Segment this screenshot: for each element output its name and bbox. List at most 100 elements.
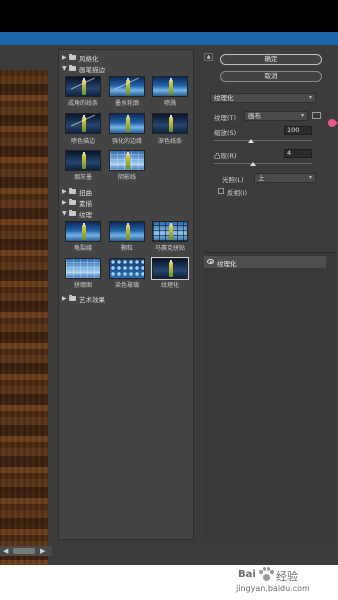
paw-logo-icon (258, 567, 274, 583)
category-sketch[interactable]: ▶ 素描 (59, 198, 193, 208)
invert-label: 反相(I) (227, 189, 247, 197)
relief-input[interactable]: 4 (284, 149, 312, 158)
thumb-label: 马赛克拼贴 (154, 245, 185, 252)
scroll-right-icon[interactable]: ▶ (40, 547, 45, 555)
folder-icon (69, 188, 76, 194)
folder-icon (69, 199, 76, 205)
category-artistic[interactable]: ▶ 艺术效果 (59, 294, 193, 304)
bottle-shape (82, 223, 86, 240)
chevron-down-icon: ▾ (308, 94, 312, 101)
thumb-dark-strokes[interactable] (152, 113, 188, 134)
bottle-shape (126, 152, 130, 169)
effect-layer-row[interactable]: 纹理化 (204, 256, 326, 268)
preview-image (0, 70, 48, 586)
expand-arrow-icon: ▶ (62, 199, 67, 206)
thumb-spatter[interactable] (152, 76, 188, 97)
collapse-arrow-icon: ▼ (62, 65, 67, 72)
relief-label: 凸现(R) (214, 152, 237, 160)
category-stylize[interactable]: ▶ 风格化 (59, 53, 193, 63)
thumb-sumi-e[interactable] (65, 150, 101, 171)
filter-select[interactable]: 纹理化 ▾ (210, 93, 316, 103)
thumb-label: 成角的线条 (67, 100, 98, 107)
collapse-gallery-icon[interactable]: ▲ (204, 53, 213, 61)
thumb-ink-outlines[interactable] (109, 76, 145, 97)
category-label: 画笔描边 (79, 65, 105, 74)
thumb-label: 颗粒 (120, 245, 133, 252)
bottle-shape (126, 115, 130, 132)
scale-slider[interactable] (214, 140, 312, 141)
category-brush-strokes[interactable]: ▼ 画笔描边 (59, 64, 193, 74)
scroll-thumb[interactable] (13, 548, 35, 554)
folder-icon (69, 295, 76, 301)
ok-button[interactable]: 确定 (220, 54, 322, 65)
invert-checkbox[interactable] (218, 188, 224, 194)
bottle-shape (169, 260, 173, 277)
texture-select[interactable]: 画布 ▾ (244, 111, 308, 121)
eye-icon[interactable] (207, 259, 214, 264)
effect-layer-name: 纹理化 (217, 260, 237, 268)
thumb-label: 深色线条 (157, 138, 182, 145)
thumb-angled-strokes[interactable] (65, 76, 101, 97)
scale-slider-knob[interactable] (248, 139, 254, 143)
scroll-left-icon[interactable]: ◀ (3, 547, 8, 555)
category-label: 扭曲 (79, 188, 92, 197)
effect-layers-panel: 纹理化 (204, 252, 336, 542)
thumb-label: 阴影线 (117, 174, 136, 181)
thumb-craquelure[interactable] (65, 221, 101, 242)
scale-input[interactable]: 100 (284, 126, 312, 135)
preview-scrollbar[interactable]: ◀ ▶ (0, 546, 52, 556)
expand-arrow-icon: ▶ (62, 295, 67, 302)
bottom-white-area: Bai 经验 jingyan.baidu.com (0, 565, 338, 600)
thumb-label: 墨水轮廓 (114, 100, 139, 107)
scale-label: 缩放(S) (214, 129, 237, 137)
bottle-shape (169, 115, 173, 132)
chevron-down-icon: ▾ (300, 112, 304, 119)
expand-arrow-icon: ▶ (62, 188, 67, 195)
light-select-value: 上 (258, 174, 265, 182)
thumb-accented-edges[interactable] (109, 113, 145, 134)
bottle-shape (169, 78, 173, 95)
filter-gallery-list: ▶ 风格化 ▼ 画笔描边 成角的线条 墨水轮廓 喷溅 喷色描边 强化的边缘 深色… (58, 49, 194, 540)
screen-top-black (0, 0, 338, 32)
bottle-shape (169, 223, 173, 240)
category-texture[interactable]: ▼ 纹理 (59, 209, 193, 219)
light-select[interactable]: 上 ▾ (254, 173, 316, 183)
thumb-mosaic-tiles[interactable] (152, 221, 188, 242)
relief-slider-knob[interactable] (250, 162, 256, 166)
watermark-url: jingyan.baidu.com (236, 584, 310, 593)
filter-select-value: 纹理化 (214, 94, 234, 102)
thumb-label: 染色玻璃 (114, 282, 139, 289)
category-label: 素描 (79, 199, 92, 208)
pointer-marker-icon (326, 117, 338, 129)
category-label: 纹理 (79, 210, 92, 219)
bottle-shape (82, 152, 86, 169)
category-distort[interactable]: ▶ 扭曲 (59, 187, 193, 197)
folder-icon (69, 210, 76, 216)
thumb-stained-glass[interactable] (109, 258, 145, 279)
thumb-label: 强化的边缘 (111, 138, 142, 145)
cancel-button[interactable]: 取消 (220, 71, 322, 82)
folder-icon (69, 54, 76, 60)
texture-select-value: 画布 (248, 112, 261, 120)
texture-menu-icon[interactable] (312, 112, 321, 119)
thumb-crosshatch[interactable] (109, 150, 145, 171)
thumb-label: 烟灰墨 (73, 174, 92, 181)
chevron-down-icon: ▾ (308, 174, 312, 181)
folder-icon (69, 65, 76, 71)
thumb-texturizer[interactable] (151, 257, 189, 280)
category-label: 艺术效果 (79, 295, 105, 304)
light-label: 光照(L) (222, 176, 244, 184)
thumb-label: 喷溅 (163, 100, 176, 107)
thumb-grain[interactable] (109, 221, 145, 242)
thumb-patchwork[interactable] (65, 258, 101, 279)
expand-arrow-icon: ▶ (62, 54, 67, 61)
watermark-brand: Bai (238, 569, 256, 580)
thumb-sprayed-strokes[interactable] (65, 113, 101, 134)
category-label: 风格化 (79, 54, 99, 63)
window-titlebar (0, 32, 338, 45)
thumb-label: 喷色描边 (70, 138, 95, 145)
texture-label: 纹理(T) (214, 114, 237, 122)
thumb-label: 拼缀图 (73, 282, 92, 289)
watermark-brand-cn: 经验 (276, 570, 298, 583)
relief-slider[interactable] (214, 163, 312, 164)
